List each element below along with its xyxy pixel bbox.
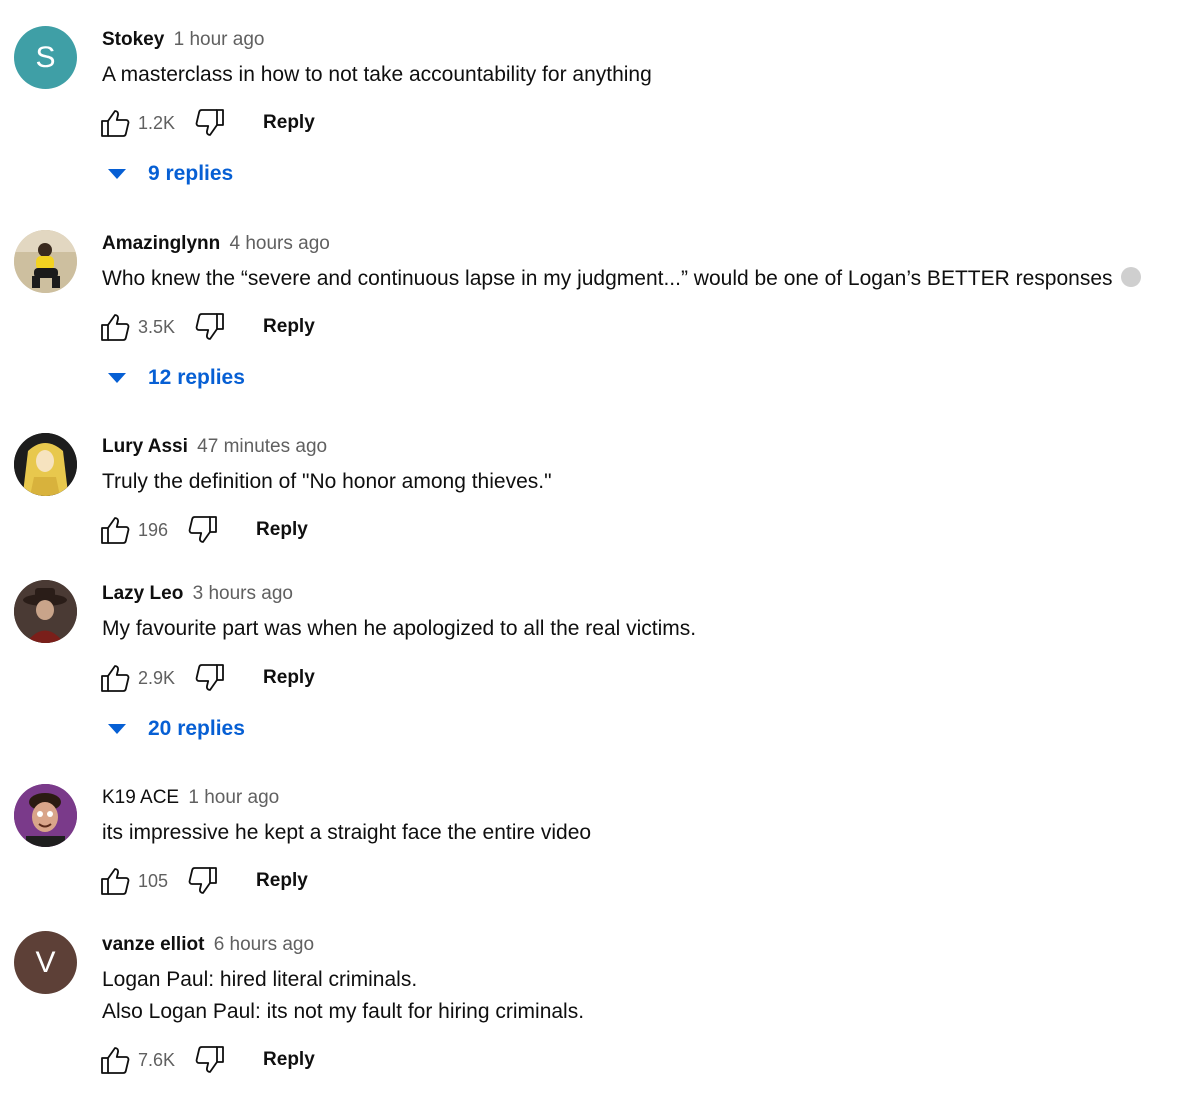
comment-timestamp[interactable]: 1 hour ago bbox=[188, 787, 279, 808]
avatar-letter: S bbox=[35, 40, 56, 74]
avatar[interactable]: S bbox=[14, 26, 77, 89]
caret-down-icon bbox=[108, 373, 126, 383]
skull-emoji-icon bbox=[1120, 267, 1141, 288]
reply-button[interactable]: Reply bbox=[256, 519, 308, 541]
like-count: 105 bbox=[138, 870, 169, 891]
like-icon[interactable] bbox=[98, 513, 132, 547]
comment-line: A masterclass in how to not take account… bbox=[102, 63, 652, 86]
caret-down-icon bbox=[108, 169, 126, 179]
like-icon[interactable] bbox=[98, 864, 132, 898]
like-count: 7.6K bbox=[138, 1049, 176, 1070]
avatar[interactable] bbox=[14, 230, 77, 293]
view-replies-button[interactable]: 12 replies bbox=[108, 366, 245, 390]
comment-line: its impressive he kept a straight face t… bbox=[102, 821, 592, 844]
reply-button[interactable]: Reply bbox=[256, 870, 308, 892]
avatar[interactable] bbox=[14, 580, 77, 643]
comment-text: Who knew the “severe and continuous laps… bbox=[102, 263, 1141, 295]
comment-text: My favourite part was when he apologized… bbox=[102, 613, 696, 645]
avatar-letter: V bbox=[35, 945, 56, 979]
comment-line: Also Logan Paul: its not my fault for hi… bbox=[102, 1000, 585, 1023]
comment-line: My favourite part was when he apologized… bbox=[102, 617, 697, 640]
comment-timestamp[interactable]: 47 minutes ago bbox=[197, 436, 327, 457]
comment-text: A masterclass in how to not take account… bbox=[102, 59, 652, 91]
comment-line-text: Who knew the “severe and continuous laps… bbox=[102, 267, 1113, 290]
like-count: 196 bbox=[138, 519, 169, 540]
avatar[interactable] bbox=[14, 784, 77, 847]
like-icon[interactable] bbox=[98, 106, 132, 140]
comment-author[interactable]: vanze elliot bbox=[102, 934, 204, 955]
like-icon[interactable] bbox=[98, 1043, 132, 1077]
comment-timestamp[interactable]: 3 hours ago bbox=[193, 583, 293, 604]
comment-line: Logan Paul: hired literal criminals. bbox=[102, 968, 418, 991]
dislike-icon[interactable] bbox=[186, 864, 220, 898]
comment-line: Truly the definition of "No honor among … bbox=[102, 470, 552, 493]
avatar[interactable]: V bbox=[14, 931, 77, 994]
dislike-icon[interactable] bbox=[193, 106, 227, 140]
like-count: 1.2K bbox=[138, 112, 176, 133]
replies-label: 20 replies bbox=[148, 717, 245, 740]
view-replies-button[interactable]: 9 replies bbox=[108, 162, 233, 186]
avatar[interactable] bbox=[14, 433, 77, 496]
comment-line: Who knew the “severe and continuous laps… bbox=[102, 263, 1141, 295]
like-icon[interactable] bbox=[98, 310, 132, 344]
comment-timestamp[interactable]: 6 hours ago bbox=[214, 934, 314, 955]
dislike-icon[interactable] bbox=[186, 513, 220, 547]
reply-button[interactable]: Reply bbox=[263, 316, 315, 338]
comment-author[interactable]: Stokey bbox=[102, 29, 164, 50]
dislike-icon[interactable] bbox=[193, 1043, 227, 1077]
view-replies-button[interactable]: 20 replies bbox=[108, 717, 245, 741]
like-count: 2.9K bbox=[138, 667, 176, 688]
comment-timestamp[interactable]: 1 hour ago bbox=[174, 29, 265, 50]
reply-button[interactable]: Reply bbox=[263, 112, 315, 134]
comment-text: Truly the definition of "No honor among … bbox=[102, 466, 552, 498]
replies-label: 12 replies bbox=[148, 366, 245, 389]
like-icon[interactable] bbox=[98, 661, 132, 695]
comment-author[interactable]: Amazinglynn bbox=[102, 233, 220, 254]
comment-text: its impressive he kept a straight face t… bbox=[102, 817, 591, 849]
reply-button[interactable]: Reply bbox=[263, 667, 315, 689]
dislike-icon[interactable] bbox=[193, 661, 227, 695]
comment-timestamp[interactable]: 4 hours ago bbox=[230, 233, 330, 254]
comment-author[interactable]: Lury Assi bbox=[102, 436, 188, 457]
dislike-icon[interactable] bbox=[193, 310, 227, 344]
caret-down-icon bbox=[108, 724, 126, 734]
comment-text: Logan Paul: hired literal criminals. Als… bbox=[102, 964, 584, 1028]
replies-label: 9 replies bbox=[148, 162, 234, 185]
comment-author[interactable]: K19 ACE bbox=[102, 787, 179, 808]
reply-button[interactable]: Reply bbox=[263, 1049, 315, 1071]
like-count: 3.5K bbox=[138, 316, 176, 337]
comment-author[interactable]: Lazy Leo bbox=[102, 583, 183, 604]
